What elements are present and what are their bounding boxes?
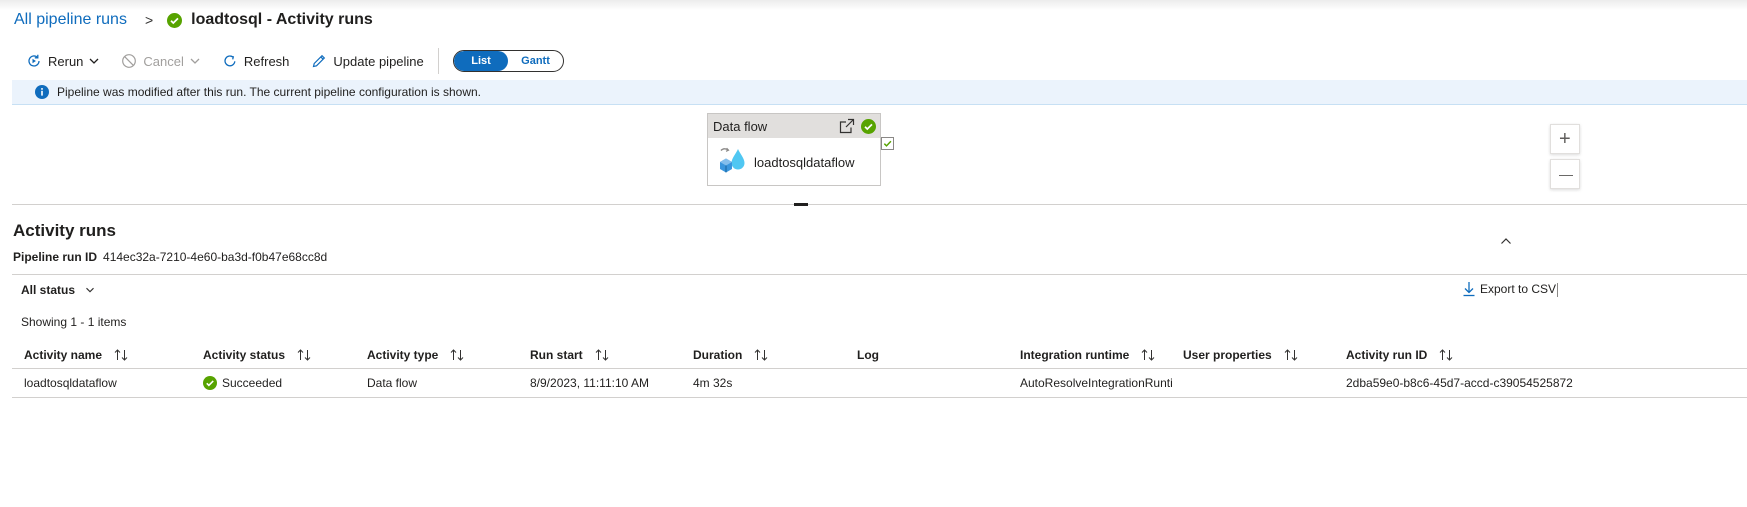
node-header: Data flow: [708, 114, 880, 138]
success-icon: [203, 376, 217, 390]
data-flow-activity-node[interactable]: Data flow loadtosqldataflow: [707, 113, 881, 186]
pipeline-run-id-value: 414ec32a-7210-4e60-ba3d-f0b47e68cc8d: [103, 250, 328, 264]
column-header-run-start[interactable]: Run start: [530, 341, 609, 368]
success-icon: [167, 12, 183, 28]
chevron-up-icon[interactable]: [1499, 234, 1513, 248]
chevron-down-icon: [89, 56, 99, 66]
view-toggle: List Gantt: [452, 50, 564, 72]
node-activity-name: loadtosqldataflow: [754, 154, 855, 170]
download-icon: [1462, 281, 1476, 297]
info-message-bar: Pipeline was modified after this run. Th…: [12, 80, 1747, 105]
cell-integration-runtime: AutoResolveIntegrationRuntir: [1020, 376, 1172, 390]
zoom-out-button[interactable]: —: [1550, 159, 1580, 189]
update-pipeline-label: Update pipeline: [333, 53, 424, 69]
data-flow-icon: [718, 147, 746, 177]
status-text: Succeeded: [222, 376, 283, 390]
success-icon: [861, 118, 876, 134]
chevron-down-icon: [190, 56, 200, 66]
column-header-activity-type[interactable]: Activity type: [367, 341, 464, 368]
zoom-in-button[interactable]: +: [1550, 124, 1580, 154]
column-header-activity-run-id[interactable]: Activity run ID: [1346, 341, 1453, 368]
sort-icon: [595, 348, 609, 361]
chevron-down-icon: [85, 285, 95, 295]
edit-pencil-icon: [311, 53, 327, 69]
node-body: loadtosqldataflow: [708, 138, 880, 186]
table-header: Activity name Activity status Activity t…: [12, 341, 1747, 369]
export-to-csv-label: Export to CSV: [1480, 282, 1557, 296]
sort-icon: [1439, 348, 1453, 361]
items-count: Showing 1 - 1 items: [21, 315, 127, 329]
node-type-label: Data flow: [713, 118, 768, 134]
rerun-label: Rerun: [48, 53, 84, 69]
pipeline-run-id-label: Pipeline run ID: [13, 250, 98, 264]
column-header-activity-name[interactable]: Activity name: [24, 341, 128, 368]
cell-activity-type: Data flow: [367, 376, 418, 390]
status-filter-dropdown[interactable]: All status: [21, 283, 95, 297]
update-pipeline-button[interactable]: Update pipeline: [311, 48, 424, 74]
pipeline-run-id: Pipeline run ID 414ec32a-7210-4e60-ba3d-…: [13, 250, 327, 264]
list-view-option[interactable]: List: [453, 51, 509, 71]
zoom-in-icon: +: [1559, 127, 1571, 150]
zoom-out-icon: —: [1559, 166, 1573, 182]
rerun-button[interactable]: Rerun: [26, 48, 99, 74]
info-message-text: Pipeline was modified after this run. Th…: [57, 85, 482, 99]
refresh-icon: [222, 53, 238, 69]
sort-icon: [754, 348, 768, 361]
toolbar-divider: [1557, 283, 1558, 297]
info-icon: [35, 85, 49, 99]
breadcrumb-separator: >: [144, 12, 154, 28]
cell-activity-status: Succeeded: [203, 369, 358, 397]
column-header-user-properties[interactable]: User properties: [1183, 341, 1298, 368]
cell-duration: 4m 32s: [693, 376, 733, 390]
cell-log[interactable]: [857, 369, 1012, 397]
column-header-activity-status[interactable]: Activity status: [203, 341, 311, 368]
splitter-handle[interactable]: [794, 203, 808, 206]
cancel-button[interactable]: Cancel: [121, 48, 200, 74]
toolbar: Rerun Cancel Refresh Update pipeline Lis…: [26, 48, 564, 74]
node-output-checkbox[interactable]: [881, 137, 894, 150]
status-filter-label: All status: [21, 283, 76, 297]
gantt-view-option[interactable]: Gantt: [508, 51, 563, 71]
page-title: loadtosql - Activity runs: [191, 11, 373, 28]
open-external-icon[interactable]: [839, 118, 855, 134]
export-to-csv-button[interactable]: Export to CSV: [1462, 281, 1556, 297]
cell-activity-name: loadtosqldataflow: [24, 376, 117, 390]
column-header-log: Log: [857, 347, 879, 362]
cell-activity-run-id: 2dba59e0-b8c6-45d7-accd-c39054525872: [1346, 376, 1573, 390]
activity-runs-table: Activity name Activity status Activity t…: [12, 341, 1747, 398]
refresh-label: Refresh: [243, 53, 290, 69]
column-header-duration[interactable]: Duration: [693, 341, 768, 368]
cell-user-properties[interactable]: [1183, 369, 1338, 397]
sort-icon: [450, 348, 464, 361]
activity-runs-heading: Activity runs: [13, 221, 116, 240]
sort-icon: [297, 348, 311, 361]
rerun-icon: [26, 53, 42, 69]
column-header-integration-runtime[interactable]: Integration runtime: [1020, 341, 1155, 368]
section-divider: [12, 274, 1747, 275]
breadcrumb-all-pipeline-runs-link[interactable]: All pipeline runs: [14, 11, 127, 29]
cancel-label: Cancel: [143, 53, 184, 69]
cancel-icon: [121, 53, 137, 69]
toolbar-divider: [437, 48, 439, 74]
refresh-button[interactable]: Refresh: [222, 48, 290, 74]
top-shadow: [0, 0, 1747, 10]
cell-run-start: 8/9/2023, 11:11:10 AM: [530, 376, 649, 390]
sort-icon: [1141, 348, 1155, 361]
panel-splitter: [12, 204, 1747, 205]
breadcrumb: All pipeline runs > loadtosql - Activity…: [14, 10, 373, 30]
sort-icon: [114, 348, 128, 361]
sort-icon: [1284, 348, 1298, 361]
table-row[interactable]: loadtosqldataflow Succeeded Data flow 8/…: [12, 369, 1747, 398]
